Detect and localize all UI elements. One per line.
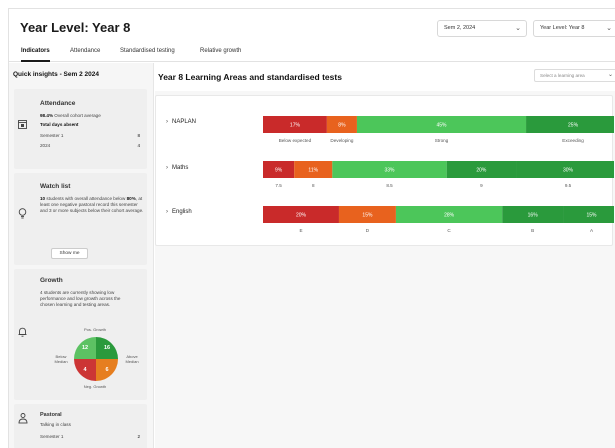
bar-segment-label: 20% bbox=[476, 168, 487, 174]
bar-segment-label: 11% bbox=[308, 168, 318, 174]
year-level-select-value: Year Level: Year 8 bbox=[540, 25, 585, 31]
bar-segment-label: 30% bbox=[563, 168, 574, 174]
bell-icon bbox=[18, 327, 27, 339]
bar-category-label: Developing bbox=[330, 138, 353, 143]
bar-segment-label: 25% bbox=[568, 123, 579, 129]
bar-category-label: 9 bbox=[480, 183, 483, 188]
growth-description: 4 students are currently showing low per… bbox=[40, 290, 121, 307]
quadrant-label-below-median: Below Median bbox=[54, 354, 68, 364]
learning-area-select[interactable]: Select a learning area ⌄ bbox=[534, 69, 615, 82]
absent-row-year: 2024 4 bbox=[40, 143, 140, 148]
bar-category-label: A bbox=[590, 228, 594, 233]
content-area: › NAPLAN › Maths › English 17% Below expecte… bbox=[155, 91, 615, 448]
chevron-down-icon: ⌄ bbox=[606, 25, 612, 32]
tab-standardised-testing[interactable]: Standardised testing bbox=[120, 48, 175, 62]
quadrant-below-pos[interactable]: 12 bbox=[74, 337, 96, 359]
pastoral-row: Semester 12 bbox=[40, 434, 140, 439]
quick-insights-panel: Quick insights - Sem 2 2024 Attendance 9… bbox=[9, 63, 154, 448]
bar-segment-label: 20% bbox=[296, 213, 307, 219]
quadrant-label-pos-growth: Pos. Growth bbox=[83, 327, 106, 332]
tab-attendance[interactable]: Attendance bbox=[70, 48, 100, 62]
bar-category-label: Exceeding bbox=[562, 138, 584, 143]
watch-list-card[interactable]: Watch list 10 students with overall atte… bbox=[14, 173, 147, 265]
show-me-button[interactable]: Show me bbox=[51, 248, 88, 259]
tab-relative-growth[interactable]: Relative growth bbox=[200, 48, 241, 62]
quadrant-above-neg[interactable]: 6 bbox=[96, 359, 118, 381]
bar-segment-label: 17% bbox=[290, 123, 301, 129]
page-title: Year Level: Year 8 bbox=[20, 20, 131, 35]
tab-indicators[interactable]: Indicators bbox=[21, 48, 50, 62]
bar-category-label: 8 bbox=[312, 183, 315, 188]
bar-segment-label: 33% bbox=[385, 168, 396, 174]
learning-area-placeholder: Select a learning area bbox=[540, 73, 585, 78]
bar-category-label: Strong bbox=[435, 138, 449, 143]
bar-segment-label: 15% bbox=[587, 213, 598, 219]
calendar-icon bbox=[18, 119, 27, 131]
pastoral-title: Pastoral bbox=[40, 412, 62, 418]
year-level-select[interactable]: Year Level: Year 8 ⌄ bbox=[533, 20, 615, 37]
bar-category-label: B bbox=[531, 228, 534, 233]
watch-list-description: 10 students with overall attendance belo… bbox=[40, 196, 144, 213]
pastoral-card[interactable]: Pastoral Talking in class Semester 12 bbox=[14, 404, 147, 448]
quadrant-below-neg[interactable]: 4 bbox=[74, 359, 96, 381]
growth-title: Growth bbox=[40, 277, 63, 284]
quadrant-label-above-median: Above Median bbox=[125, 354, 139, 364]
attendance-average: 98.4% Overall cohort average bbox=[40, 113, 101, 118]
stacked-bar-chart: 17% Below expected 8% Developing 45% Strong 25… bbox=[263, 116, 614, 233]
semester-select-value: Sem 2, 2024 bbox=[444, 25, 476, 31]
bar-segment-label: 28% bbox=[444, 213, 455, 219]
bar-category-label: 7.5 bbox=[275, 183, 282, 188]
quadrant-label-neg-growth: Neg. Growth bbox=[83, 384, 107, 389]
bar-category-label: E bbox=[299, 228, 302, 233]
bar-category-label: C bbox=[447, 228, 451, 233]
growth-card[interactable]: Growth 4 students are currently showing … bbox=[14, 269, 147, 400]
bar-segment-label: 15% bbox=[362, 213, 373, 219]
attendance-card[interactable]: Attendance 98.4% Overall cohort average … bbox=[14, 89, 147, 169]
bar-segment-label: 8% bbox=[338, 123, 346, 129]
bar-category-label: Below expected bbox=[279, 138, 312, 143]
chevron-down-icon: ⌄ bbox=[515, 25, 521, 32]
pastoral-subtitle: Talking in class bbox=[40, 422, 71, 427]
watch-list-title: Watch list bbox=[40, 183, 71, 190]
main-title: Year 8 Learning Areas and standardised t… bbox=[158, 72, 342, 82]
bar-segment-label: 45% bbox=[436, 123, 447, 129]
semester-select[interactable]: Sem 2, 2024 ⌄ bbox=[437, 20, 527, 37]
absent-row-semester: Semester 18 bbox=[40, 133, 140, 138]
bar-category-label: 9.5 bbox=[565, 183, 572, 188]
quadrant-above-pos[interactable]: 16 bbox=[96, 337, 118, 359]
bar-category-label: 8.5 bbox=[386, 183, 393, 188]
chevron-down-icon: ⌄ bbox=[607, 72, 613, 78]
lightbulb-icon bbox=[18, 208, 27, 221]
bar-segment-label: 16% bbox=[528, 213, 539, 219]
bar-category-label: D bbox=[366, 228, 370, 233]
pastoral-icon bbox=[18, 413, 28, 426]
quick-insights-title: Quick insights - Sem 2 2024 bbox=[13, 71, 99, 78]
attendance-title: Attendance bbox=[40, 100, 76, 107]
days-absent-label: Total days absent bbox=[40, 122, 79, 127]
bar-segment-label: 9% bbox=[275, 168, 283, 174]
tab-bar: Indicators Attendance Standardised testi… bbox=[9, 45, 615, 62]
app-window: Year Level: Year 8 Sem 2, 2024 ⌄ Year Le… bbox=[8, 8, 615, 448]
page-header: Year Level: Year 8 Sem 2, 2024 ⌄ Year Le… bbox=[9, 9, 615, 45]
learning-areas-chart-card: › NAPLAN › Maths › English 17% Below expecte… bbox=[155, 95, 614, 246]
